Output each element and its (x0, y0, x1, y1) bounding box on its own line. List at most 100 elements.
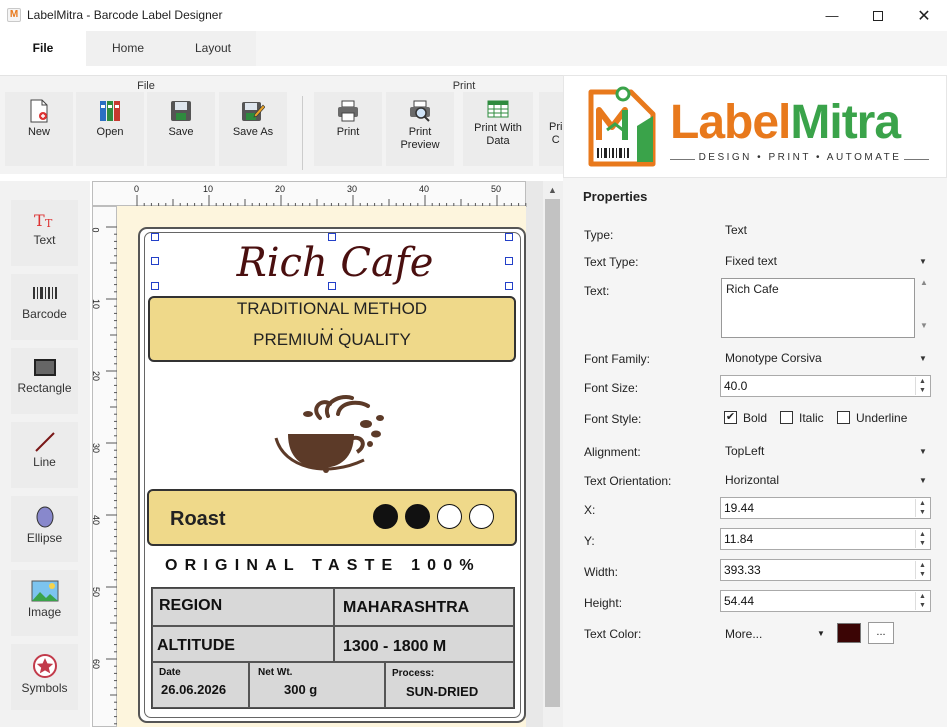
underline-checkbox[interactable] (837, 411, 850, 424)
label-tagline[interactable]: ORIGINAL TASTE 100% (165, 557, 505, 575)
selection-handle-mr[interactable] (505, 257, 513, 265)
italic-checkbox[interactable] (780, 411, 793, 424)
selection-handle-bm[interactable] (328, 282, 336, 290)
save-as-button[interactable]: Save As (219, 92, 287, 166)
underline-label: Underline (856, 411, 908, 425)
font-size-spin-icon[interactable]: ▲ ▼ (915, 377, 929, 395)
tool-image[interactable]: Image (11, 570, 78, 636)
selection-handle-br[interactable] (505, 282, 513, 290)
font-family-select[interactable]: Monotype Corsiva (725, 351, 822, 365)
open-button-label: Open (96, 126, 124, 138)
region-label-cell: REGION (152, 588, 334, 626)
selection-handle-tr[interactable] (505, 233, 513, 241)
width-spin-icon[interactable]: ▲ ▼ (915, 561, 929, 579)
barcode-tool-icon (32, 287, 57, 299)
window-title: LabelMitra - Barcode Label Designer (27, 8, 223, 22)
print-preview-button-label: Print Preview (400, 126, 440, 151)
maximize-icon (873, 10, 883, 21)
process-value: SUN-DRIED (406, 684, 479, 699)
tool-ellipse-label: Ellipse (26, 531, 63, 545)
height-stepper[interactable]: 54.44 ▲ ▼ (720, 590, 931, 612)
canvas-scrollbar-thumb[interactable] (545, 199, 560, 707)
print-preview-button[interactable]: Print Preview (386, 92, 454, 166)
text-color-swatch[interactable] (837, 623, 861, 643)
text-color-picker-button[interactable]: ... (868, 622, 894, 644)
roast-level-indicator (373, 504, 497, 532)
text-type-select[interactable]: Fixed text (725, 254, 777, 268)
x-stepper[interactable]: 19.44 ▲ ▼ (720, 497, 931, 519)
maximize-button[interactable] (855, 0, 901, 31)
height-spin-icon[interactable]: ▲ ▼ (915, 592, 929, 610)
print-cut-button[interactable]: Pri C (539, 92, 563, 166)
font-style-label: Font Style: (584, 412, 642, 426)
bold-checkbox[interactable]: ✔ (724, 411, 737, 424)
font-family-dropdown-icon[interactable]: ▼ (919, 354, 927, 363)
net-weight-value: 300 g (284, 682, 318, 697)
font-size-stepper[interactable]: 40.0 ▲ ▼ (720, 375, 931, 397)
y-spin-icon[interactable]: ▲ ▼ (915, 530, 929, 548)
ellipse-tool-icon (36, 506, 53, 528)
scroll-up-arrow-icon[interactable]: ▲ (917, 278, 931, 287)
tool-line[interactable]: Line (11, 422, 78, 488)
text-type-dropdown-icon[interactable]: ▼ (919, 257, 927, 266)
brand-wordmark: LabelMitra (670, 96, 901, 150)
save-as-button-label: Save As (232, 126, 274, 138)
scroll-down-arrow-icon[interactable]: ▼ (917, 321, 931, 330)
vruler-tick-50: 50 (91, 586, 102, 598)
print-button[interactable]: Print (314, 92, 382, 166)
alignment-select[interactable]: TopLeft (725, 444, 764, 458)
y-label: Y: (584, 534, 595, 548)
hruler-tick-20: 20 (275, 184, 286, 194)
minimize-button[interactable]: — (809, 0, 855, 31)
text-color-dropdown-icon[interactable]: ▼ (817, 629, 825, 638)
scroll-up-icon[interactable]: ▲ (545, 183, 560, 197)
tool-ellipse[interactable]: Ellipse (11, 496, 78, 562)
print-preview-icon (410, 100, 430, 122)
new-button[interactable]: New (5, 92, 73, 166)
print-button-label: Print (336, 126, 360, 138)
orientation-select[interactable]: Horizontal (725, 473, 779, 487)
text-input[interactable]: Rich Cafe (721, 278, 915, 338)
close-button[interactable]: ✕ (901, 0, 947, 31)
save-button-label: Save (168, 126, 194, 138)
tool-rectangle-label: Rectangle (17, 381, 72, 395)
rectangle-tool-icon (33, 359, 56, 376)
font-family-label: Font Family: (584, 352, 651, 366)
orientation-dropdown-icon[interactable]: ▼ (919, 476, 927, 485)
coffee-cup-icon[interactable] (268, 378, 396, 478)
width-stepper[interactable]: 393.33 ▲ ▼ (720, 559, 931, 581)
tool-image-label: Image (27, 605, 62, 619)
hruler-tick-50: 50 (491, 184, 502, 194)
selection-handle-tl[interactable] (151, 233, 159, 241)
date-cell: Date 26.06.2026 (152, 662, 249, 708)
selection-handle-tm[interactable] (328, 233, 336, 241)
properties-title: Properties (583, 189, 648, 204)
text-label: Text: (584, 284, 610, 298)
tool-text-label: Text (33, 233, 56, 247)
x-value: 19.44 (724, 501, 755, 515)
text-color-label: Text Color: (584, 627, 642, 641)
tool-rectangle[interactable]: Rectangle (11, 348, 78, 414)
x-spin-icon[interactable]: ▲ ▼ (915, 499, 929, 517)
tool-symbols[interactable]: Symbols (11, 644, 78, 710)
brand-tagline: DESIGN • PRINT • AUTOMATE (698, 152, 902, 163)
tab-file[interactable]: File (0, 31, 86, 66)
tab-home[interactable]: Home (86, 31, 170, 66)
selection-handle-ml[interactable] (151, 257, 159, 265)
labelmitra-logo-icon (588, 86, 656, 167)
tool-text[interactable]: TT Text (11, 200, 78, 266)
open-button[interactable]: Open (76, 92, 144, 166)
method-text: TRADITIONAL METHOD . . . PREMIUM QUALITY (149, 300, 515, 349)
text-input-scrollbar[interactable]: ▲ ▼ (917, 278, 931, 338)
print-with-data-button[interactable]: Print With Data (463, 92, 533, 166)
tool-barcode[interactable]: Barcode (11, 274, 78, 340)
text-color-select[interactable]: More... (725, 627, 762, 641)
selection-handle-bl[interactable] (151, 282, 159, 290)
width-value: 393.33 (724, 563, 761, 577)
save-button[interactable]: Save (147, 92, 215, 166)
roast-label: Roast (170, 508, 226, 530)
y-stepper[interactable]: 11.84 ▲ ▼ (720, 528, 931, 550)
font-size-label: Font Size: (584, 381, 639, 395)
alignment-dropdown-icon[interactable]: ▼ (919, 447, 927, 456)
tab-layout[interactable]: Layout (170, 31, 256, 66)
